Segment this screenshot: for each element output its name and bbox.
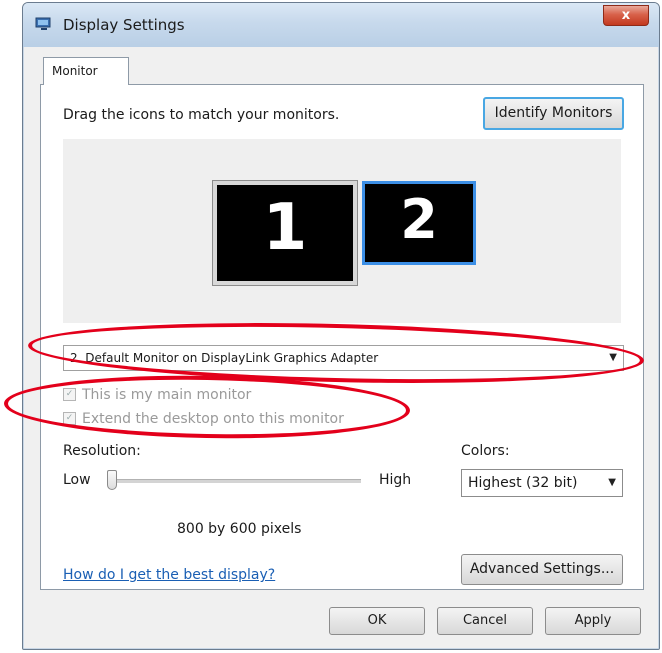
checkbox-check-icon: ✓ [63, 411, 76, 425]
tab-monitor[interactable]: Monitor [43, 57, 129, 85]
checkbox-check-icon: ✓ [63, 387, 76, 401]
monitor-1-number: 1 [262, 191, 308, 265]
close-button[interactable]: x [603, 5, 649, 26]
resolution-low-label: Low [63, 472, 91, 488]
help-link[interactable]: How do I get the best display? [63, 567, 275, 583]
cancel-button[interactable]: Cancel [437, 607, 533, 635]
resolution-slider-track[interactable] [107, 479, 361, 483]
main-monitor-checkbox[interactable]: ✓ This is my main monitor [63, 387, 251, 403]
instruction-text: Drag the icons to match your monitors. [63, 107, 340, 123]
dropdown-arrow-icon[interactable]: ▼ [608, 470, 616, 496]
monitor-arrangement-area: 1 2 [63, 139, 621, 323]
display-settings-window: Display Settings x Monitor Drag the icon… [22, 2, 660, 650]
resolution-high-label: High [379, 472, 412, 488]
extend-desktop-label: Extend the desktop onto this monitor [82, 411, 344, 427]
colors-label: Colors: [461, 443, 510, 459]
dropdown-arrow-icon[interactable]: ▼ [609, 346, 617, 370]
monitor-select-value: 2. Default Monitor on DisplayLink Graphi… [70, 351, 379, 365]
resolution-value: 800 by 600 pixels [177, 521, 302, 537]
extend-desktop-checkbox[interactable]: ✓ Extend the desktop onto this monitor [63, 411, 344, 427]
monitor-2-icon[interactable]: 2 [362, 181, 476, 265]
display-settings-icon [35, 17, 51, 30]
title-bar[interactable]: Display Settings x [23, 3, 659, 47]
apply-button[interactable]: Apply [545, 607, 641, 635]
window-title: Display Settings [63, 16, 185, 34]
monitor-2-number: 2 [400, 188, 438, 251]
ok-button[interactable]: OK [329, 607, 425, 635]
resolution-slider-thumb[interactable] [107, 470, 117, 490]
colors-select[interactable]: Highest (32 bit) ▼ [461, 469, 623, 497]
monitor-select[interactable]: 2. Default Monitor on DisplayLink Graphi… [63, 345, 624, 371]
monitor-1-icon[interactable]: 1 [212, 180, 358, 286]
advanced-settings-button[interactable]: Advanced Settings... [461, 554, 623, 585]
main-monitor-label: This is my main monitor [82, 387, 252, 403]
colors-select-value: Highest (32 bit) [468, 475, 578, 491]
identify-monitors-button[interactable]: Identify Monitors [483, 97, 624, 130]
resolution-label: Resolution: [63, 443, 141, 459]
